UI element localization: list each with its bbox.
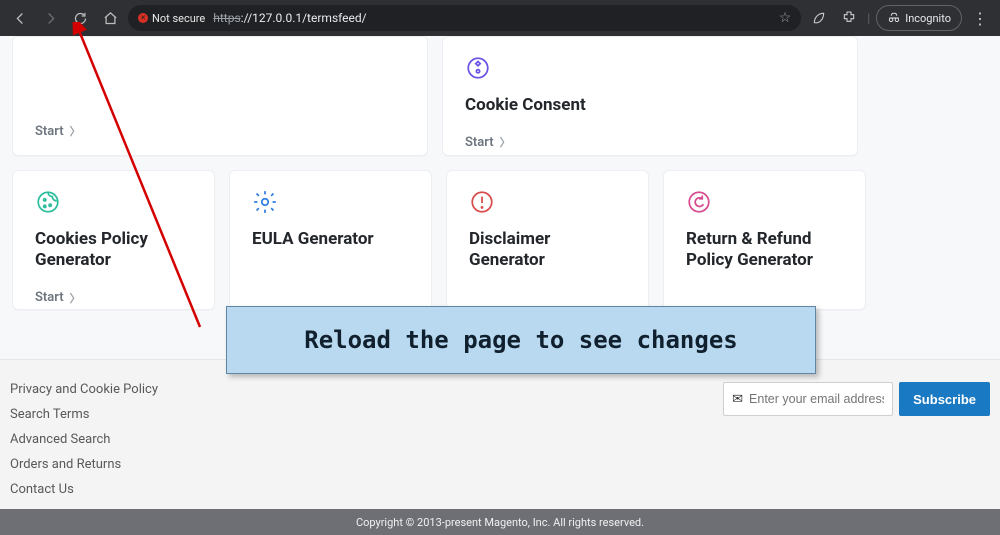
- copyright-bar: Copyright © 2013-present Magento, Inc. A…: [0, 509, 1000, 535]
- incognito-label: Incognito: [905, 12, 951, 25]
- start-link[interactable]: Start 〉: [35, 123, 405, 139]
- browser-menu-button[interactable]: ⋮: [968, 9, 992, 28]
- forward-button[interactable]: [38, 6, 62, 30]
- annotation-callout: Reload the page to see changes: [226, 306, 816, 374]
- alert-icon: [469, 189, 495, 215]
- card-row-1: Start 〉 Cookie Consent Start 〉: [12, 36, 988, 156]
- footer-link[interactable]: Orders and Returns: [10, 457, 158, 472]
- start-link[interactable]: Start 〉: [35, 290, 81, 306]
- url: https://127.0.0.1/termsfeed/: [213, 11, 366, 25]
- footer-link[interactable]: Search Terms: [10, 407, 158, 422]
- email-field[interactable]: [749, 392, 884, 406]
- card-title: DisclaimerGenerator: [469, 229, 626, 272]
- card-disclaimer-generator[interactable]: DisclaimerGenerator: [446, 170, 649, 310]
- card-title: Cookie Consent: [465, 95, 835, 116]
- subscribe-button[interactable]: Subscribe: [899, 382, 990, 416]
- security-badge: ✕ Not secure: [138, 12, 205, 25]
- browser-chrome: ✕ Not secure https://127.0.0.1/termsfeed…: [0, 0, 1000, 36]
- card-eula-generator[interactable]: EULA Generator: [229, 170, 432, 310]
- cookie-icon: [35, 189, 61, 215]
- url-path: ://127.0.0.1/termsfeed/: [241, 11, 367, 25]
- footer-link[interactable]: Privacy and Cookie Policy: [10, 382, 158, 397]
- card-row-2: Cookies PolicyGenerator Start 〉 EULA Gen…: [12, 170, 988, 310]
- card-cookie-consent[interactable]: Cookie Consent Start 〉: [442, 36, 858, 156]
- subscribe-form: ✉ Subscribe: [723, 382, 990, 509]
- card-cookies-policy-generator[interactable]: Cookies PolicyGenerator Start 〉: [12, 170, 215, 310]
- footer: Privacy and Cookie Policy Search Terms A…: [0, 359, 1000, 509]
- card-partial-left[interactable]: Start 〉: [12, 36, 428, 156]
- card-title: Return & RefundPolicy Generator: [686, 229, 843, 272]
- home-button[interactable]: [98, 6, 122, 30]
- chevron-right-icon: 〉: [500, 134, 511, 150]
- gear-icon: [252, 189, 278, 215]
- back-button[interactable]: [8, 6, 32, 30]
- alert-icon: ✕: [138, 13, 148, 23]
- cookie-consent-icon: [465, 55, 491, 81]
- chevron-right-icon: 〉: [70, 123, 81, 139]
- start-link[interactable]: Start 〉: [465, 134, 511, 150]
- email-input-wrap[interactable]: ✉: [723, 382, 893, 416]
- page-content: Start 〉 Cookie Consent Start 〉 Cookies P…: [0, 36, 1000, 359]
- card-return-refund-generator[interactable]: Return & RefundPolicy Generator: [663, 170, 866, 310]
- card-title: EULA Generator: [252, 229, 409, 250]
- leaf-icon[interactable]: [807, 6, 831, 30]
- footer-link[interactable]: Contact Us: [10, 482, 158, 497]
- card-title: Cookies PolicyGenerator: [35, 229, 192, 272]
- chevron-right-icon: 〉: [70, 290, 81, 306]
- address-bar[interactable]: ✕ Not secure https://127.0.0.1/termsfeed…: [128, 5, 801, 31]
- envelope-icon: ✉: [732, 392, 743, 407]
- security-label: Not secure: [152, 12, 205, 25]
- incognito-badge[interactable]: Incognito: [876, 5, 962, 31]
- bookmark-star-icon[interactable]: ☆: [779, 10, 792, 26]
- refund-icon: [686, 189, 712, 215]
- extensions-icon[interactable]: [837, 6, 861, 30]
- footer-link[interactable]: Advanced Search: [10, 432, 158, 447]
- url-protocol: https: [213, 11, 240, 25]
- footer-links: Privacy and Cookie Policy Search Terms A…: [10, 382, 158, 509]
- reload-button[interactable]: [68, 6, 92, 30]
